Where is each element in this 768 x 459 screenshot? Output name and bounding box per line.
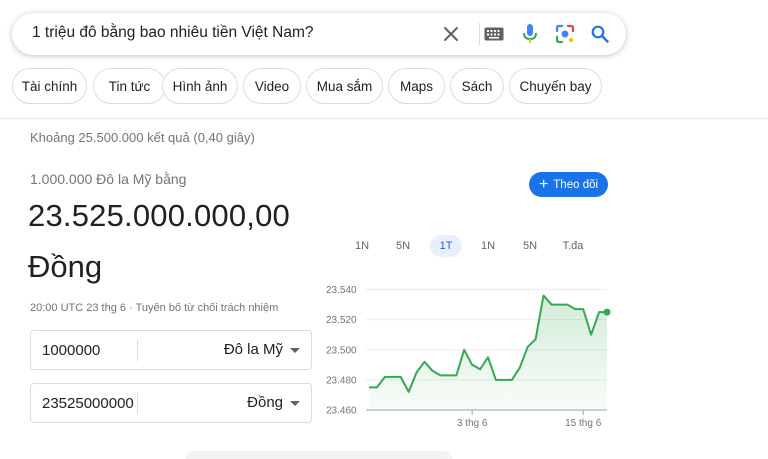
x-tick-label: 15 thg 6 [565,418,602,429]
exchange-rate-chart[interactable]: 23.540 23.520 23.500 23.480 23.460 3 thg 6 15… [318,272,618,432]
y-tick-label: 23.460 [326,406,357,417]
chip-video[interactable]: Video [243,68,301,104]
range-tab-1d[interactable]: 1N [347,235,377,257]
more-results-pill[interactable] [185,451,453,459]
chip-books[interactable]: Sách [450,68,504,104]
search-bar[interactable]: 1 triệu đô bằng bao nhiêu tiền Việt Nam? [12,13,626,55]
y-tick-label: 23.540 [326,285,357,296]
latest-point [603,308,611,316]
range-tab-1m[interactable]: 1T [430,235,462,257]
range-tab-max[interactable]: T.đa [557,235,589,257]
follow-button[interactable]: + Theo dõi [529,172,608,197]
keyboard-icon[interactable] [482,22,506,46]
to-currency-field: Đồng [30,383,312,423]
to-currency-select[interactable] [138,384,311,422]
converter-from-label: 1.000.000 Đô la Mỹ bằng [30,171,187,187]
follow-button-label: Theo dõi [553,178,599,191]
range-tab-5y[interactable]: 5N [515,235,545,257]
converter-timestamp: 20:00 UTC 23 thg 6 · Tuyên bố từ chối tr… [30,302,279,314]
close-icon[interactable] [439,22,463,46]
rate-area [369,295,607,410]
chip-images[interactable]: Hình ảnh [162,68,238,104]
converter-amount: 23.525.000.000,00 [28,198,290,233]
range-tab-1y[interactable]: 1N [473,235,503,257]
y-tick-label: 23.500 [326,345,357,356]
range-tab-5d[interactable]: 5N [388,235,418,257]
search-icon[interactable] [588,22,612,46]
result-stats: Khoảng 25.500.000 kết quả (0,40 giây) [30,130,255,145]
mic-icon[interactable] [518,22,542,46]
to-currency-label: Đồng [247,394,283,411]
chevron-down-icon [290,401,300,406]
lens-icon[interactable] [553,22,577,46]
chip-news[interactable]: Tin tức [93,68,166,104]
plus-icon: + [538,175,549,193]
x-tick-label: 3 thg 6 [457,418,488,429]
search-bar-divider [479,23,480,45]
search-input[interactable]: 1 triệu đô bằng bao nhiêu tiền Việt Nam? [32,24,314,42]
chevron-down-icon [290,348,300,353]
chip-finance[interactable]: Tài chính [12,68,87,104]
converter-unit: Đồng [28,249,103,284]
chip-maps[interactable]: Maps [388,68,445,104]
chip-flights[interactable]: Chuyến bay [509,68,602,104]
chip-shopping[interactable]: Mua sắm [306,68,383,104]
from-amount-input[interactable] [32,332,136,368]
header-divider [0,118,768,119]
y-tick-label: 23.480 [326,375,357,386]
to-amount-input[interactable] [32,385,136,421]
from-currency-label: Đô la Mỹ [223,341,283,358]
y-tick-label: 23.520 [326,315,357,326]
from-currency-field: Đô la Mỹ [30,330,312,370]
